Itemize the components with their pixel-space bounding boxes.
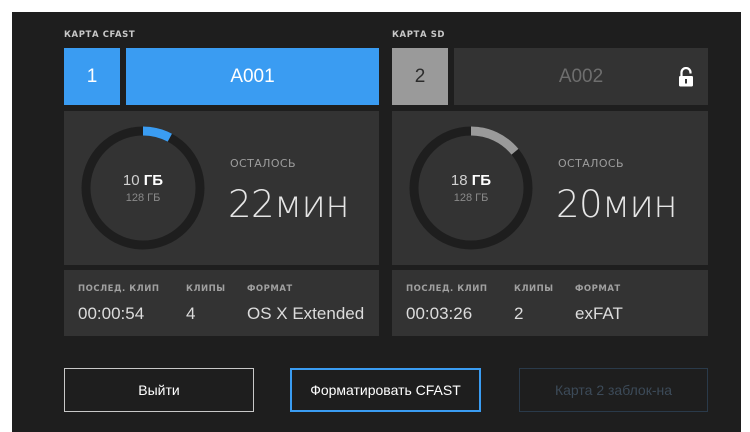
storage-readout: 18 ГБ 128 ГБ: [406, 123, 536, 253]
slot-clip-name[interactable]: A001: [126, 48, 379, 105]
remaining-label: ОСТАЛОСЬ: [558, 157, 624, 170]
used-value: 10: [122, 172, 140, 189]
used-value: 18: [450, 172, 468, 189]
used-unit: ГБ: [471, 172, 492, 189]
clips-label: КЛИПЫ: [186, 284, 226, 294]
format-value: OS X Extended: [247, 304, 365, 323]
padlock-icon: [679, 66, 693, 86]
storage-panel: 10 ГБ 128 ГБ ОСТАЛОСЬ 22мин: [64, 111, 379, 265]
card-title: КАРТА SD: [392, 30, 446, 40]
clips-label: КЛИПЫ: [514, 284, 554, 294]
format-value: exFAT: [575, 304, 623, 323]
card-title: КАРТА CFAST: [64, 30, 136, 40]
storage-readout: 10 ГБ 128 ГБ: [78, 123, 208, 253]
clip-name-label: A001: [230, 65, 275, 87]
format-cfast-button[interactable]: Форматировать CFAST: [290, 368, 481, 412]
total-capacity: 128 ГБ: [125, 192, 161, 204]
slot-number[interactable]: 1: [64, 48, 120, 105]
last-clip-value: 00:03:26: [406, 304, 473, 323]
last-clip-label: ПОСЛЕД. КЛИП: [406, 284, 488, 294]
remaining-time: 22мин: [228, 183, 350, 226]
format-label: ФОРМАТ: [575, 284, 621, 294]
clip-meta-panel: ПОСЛЕД. КЛИП 00:00:54 КЛИПЫ 4 ФОРМАТ OS …: [64, 270, 379, 336]
slot-number[interactable]: 2: [392, 48, 448, 105]
format-label: ФОРМАТ: [247, 284, 293, 294]
slot-clip-name[interactable]: A002: [454, 48, 708, 105]
clips-value: 4: [186, 304, 196, 323]
storage-panel: 18 ГБ 128 ГБ ОСТАЛОСЬ 20мин: [392, 111, 708, 265]
clip-name-label: A002: [558, 65, 604, 87]
media-format-screen: КАРТА CFAST 1 A001 10 ГБ 128 ГБ ОСТАЛОСЬ…: [12, 12, 741, 432]
last-clip-value: 00:00:54: [78, 304, 145, 323]
remaining-label: ОСТАЛОСЬ: [230, 157, 296, 170]
exit-button[interactable]: Выйти: [64, 368, 254, 412]
used-unit: ГБ: [143, 172, 164, 189]
clip-meta-panel: ПОСЛЕД. КЛИП 00:03:26 КЛИПЫ 2 ФОРМАТ exF…: [392, 270, 708, 336]
last-clip-label: ПОСЛЕД. КЛИП: [78, 284, 160, 294]
clips-value: 2: [514, 304, 524, 323]
remaining-time: 20мин: [556, 183, 678, 226]
total-capacity: 128 ГБ: [453, 192, 489, 204]
card-locked-button: Карта 2 заблок-на: [519, 368, 708, 412]
